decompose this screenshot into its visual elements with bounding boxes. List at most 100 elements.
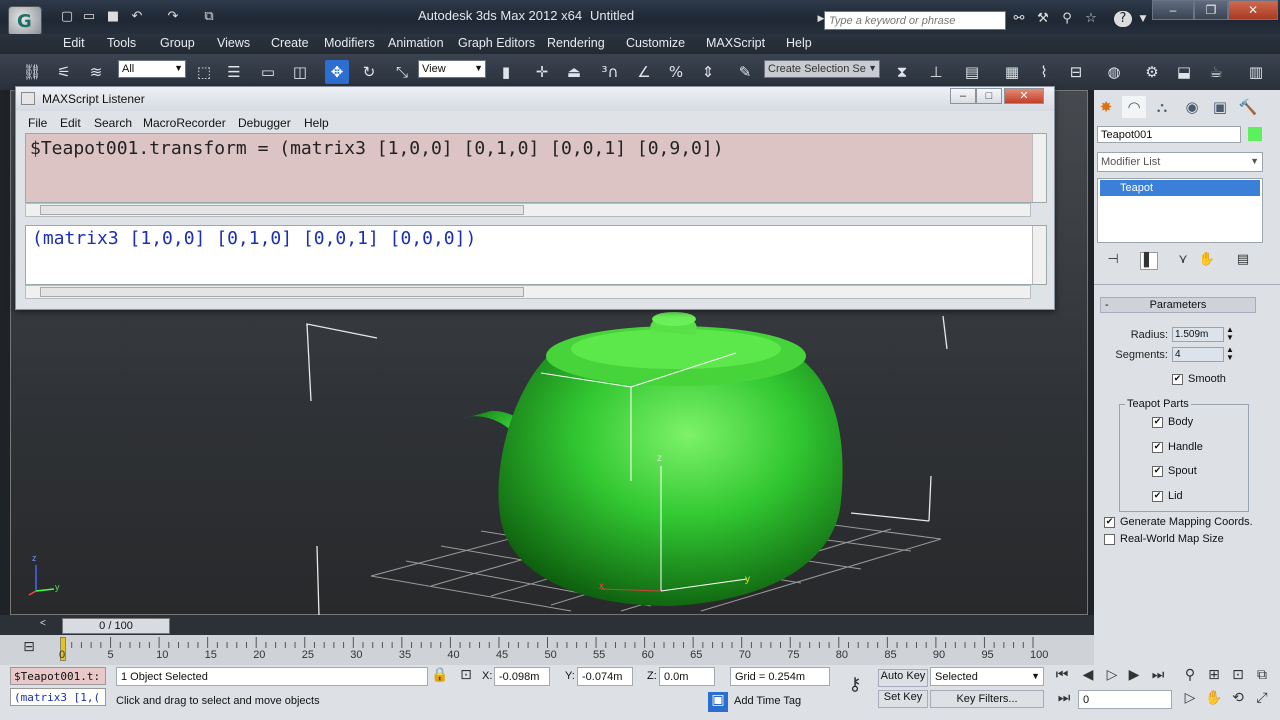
spout-checkbox[interactable]: ✔ — [1152, 466, 1163, 477]
menu-views[interactable]: Views — [217, 36, 250, 50]
display-tab-icon[interactable]: ▣ — [1208, 96, 1232, 118]
menu-graph-editors[interactable]: Graph Editors — [458, 36, 535, 50]
toolbar-overflow-icon[interactable]: ▥ — [1244, 60, 1268, 84]
favorites-icon[interactable]: ☆ — [1082, 11, 1100, 27]
listener-minimize-button[interactable]: – — [950, 88, 976, 104]
time-slider-prev-icon[interactable]: < — [40, 618, 46, 629]
search-input[interactable]: Type a keyword or phrase — [824, 11, 1006, 30]
rectangular-selection-icon[interactable]: ▭ — [256, 60, 280, 84]
help-icon[interactable]: ? — [1114, 11, 1132, 27]
angle-snap-icon[interactable]: ∠ — [632, 60, 656, 84]
zoom-extents-icon[interactable]: ⊡ — [1228, 667, 1248, 687]
redo-icon[interactable]: ↷ — [164, 9, 182, 25]
key-mode-dropdown[interactable]: Selected ▼ — [930, 667, 1044, 686]
select-object-icon[interactable]: ⬚ — [192, 60, 216, 84]
modify-tab-icon[interactable]: ◠ — [1122, 96, 1146, 118]
set-key-button[interactable]: Set Key — [878, 690, 928, 708]
listener-output-pane[interactable]: (matrix3 [1,0,0] [0,1,0] [0,0,1] [0,0,0]… — [25, 225, 1047, 285]
x-coordinate-input[interactable]: -0.098m — [494, 667, 550, 686]
listener-input-text[interactable]: $Teapot001.transform = (matrix3 [1,0,0] … — [30, 138, 724, 159]
hierarchy-tab-icon[interactable]: ⛬ — [1150, 96, 1174, 118]
zoom-extents-all-icon[interactable]: ⧉ — [1252, 667, 1272, 687]
mini-listener-input[interactable]: $Teapot001.t: — [10, 667, 106, 685]
pan-view-icon[interactable]: ✋ — [1204, 690, 1224, 710]
scroll-thumb[interactable] — [40, 287, 524, 297]
listener-maximize-button[interactable]: □ — [976, 88, 1002, 104]
listener-menu-search[interactable]: Search — [94, 116, 132, 130]
menu-edit[interactable]: Edit — [63, 36, 85, 50]
z-coordinate-input[interactable]: 0.0m — [659, 667, 715, 686]
maximize-viewport-icon[interactable]: ⤢ — [1252, 690, 1272, 710]
menu-tools[interactable]: Tools — [107, 36, 136, 50]
y-coordinate-input[interactable]: -0.074m — [577, 667, 633, 686]
new-file-icon[interactable]: ▢ — [58, 9, 76, 25]
app-logo-button[interactable]: G — [8, 6, 42, 36]
select-and-move-icon[interactable]: ✥ — [325, 60, 349, 84]
object-color-swatch[interactable] — [1248, 127, 1262, 141]
listener-menu-help[interactable]: Help — [304, 116, 329, 130]
mini-listener-output[interactable]: (matrix3 [1,( — [10, 688, 106, 706]
edit-named-selection-icon[interactable]: ✎ — [733, 60, 757, 84]
listener-menu-macrorecorder[interactable]: MacroRecorder — [143, 116, 226, 130]
go-to-end-icon[interactable]: ⏭ — [1148, 667, 1168, 687]
radius-spinner[interactable]: ▲ ▼ — [1226, 326, 1234, 342]
add-time-tag-button[interactable]: Add Time Tag — [734, 695, 801, 707]
menu-modifiers[interactable]: Modifiers — [324, 36, 375, 50]
menu-maxscript[interactable]: MAXScript — [706, 36, 765, 50]
align-icon[interactable]: ⊥ — [924, 60, 948, 84]
selection-filter-dropdown[interactable]: All ▼ — [118, 60, 186, 78]
radius-input[interactable]: 1.509m — [1172, 327, 1224, 342]
minimize-window-button[interactable]: – — [1152, 0, 1194, 20]
spinner-snap-icon[interactable]: ⇕ — [696, 60, 720, 84]
menu-help[interactable]: Help — [786, 36, 812, 50]
listener-input-vscroll[interactable] — [1032, 134, 1046, 202]
menu-customize[interactable]: Customize — [626, 36, 685, 50]
listener-output-vscroll[interactable] — [1032, 226, 1046, 284]
generate-mapping-checkbox[interactable]: ✔ — [1104, 517, 1115, 528]
smooth-checkbox[interactable]: ✔ — [1172, 374, 1183, 385]
graphite-toolset-icon[interactable]: ▦ — [1000, 60, 1024, 84]
body-checkbox[interactable]: ✔ — [1152, 417, 1163, 428]
pin-stack-icon[interactable]: ⊣ — [1104, 252, 1122, 270]
selection-lock-icon[interactable]: 🔒 — [430, 667, 450, 687]
rendered-frame-window-icon[interactable]: ⬓ — [1172, 60, 1196, 84]
segments-input[interactable]: 4 — [1172, 347, 1224, 362]
zoom-icon[interactable]: ⚲ — [1180, 667, 1200, 687]
modifier-stack-item[interactable]: Teapot — [1100, 180, 1260, 196]
set-key-mode-icon[interactable]: ⚷ — [840, 674, 870, 695]
key-mode-toggle-icon[interactable]: ⏭ — [1054, 690, 1074, 710]
lid-checkbox[interactable]: ✔ — [1152, 491, 1163, 502]
render-setup-icon[interactable]: ⚙ — [1140, 60, 1164, 84]
listener-menu-edit[interactable]: Edit — [60, 116, 81, 130]
orbit-icon[interactable]: ⟲ — [1228, 690, 1248, 710]
object-name-field[interactable]: Teapot001 — [1097, 126, 1241, 143]
auto-key-button[interactable]: Auto Key — [878, 669, 928, 687]
reference-coordinate-dropdown[interactable]: View ▼ — [418, 60, 486, 78]
create-tab-icon[interactable]: ✸ — [1094, 96, 1118, 118]
menu-rendering[interactable]: Rendering — [547, 36, 605, 50]
pivot-center-icon[interactable]: ▮ — [494, 60, 518, 84]
undo-icon[interactable]: ↶ — [128, 9, 146, 25]
listener-input-pane[interactable]: $Teapot001.transform = (matrix3 [1,0,0] … — [25, 133, 1047, 203]
menu-create[interactable]: Create — [271, 36, 309, 50]
play-icon[interactable]: ▷ — [1102, 667, 1122, 687]
unlink-icon[interactable]: ⚟ — [52, 60, 76, 84]
restore-window-button[interactable]: ❐ — [1194, 0, 1228, 20]
zoom-all-icon[interactable]: ⊞ — [1204, 667, 1224, 687]
next-frame-icon[interactable]: ▶ — [1124, 667, 1144, 687]
menu-group[interactable]: Group — [160, 36, 195, 50]
save-icon[interactable]: ■ — [104, 9, 122, 25]
schematic-view-icon[interactable]: ⊟ — [1064, 60, 1088, 84]
binoculars-icon[interactable]: ⚯ — [1010, 11, 1028, 27]
show-end-result-icon[interactable]: ▌ — [1140, 252, 1158, 270]
handle-checkbox[interactable]: ✔ — [1152, 442, 1163, 453]
listener-menu-debugger[interactable]: Debugger — [238, 116, 291, 130]
percent-snap-icon[interactable]: % — [664, 60, 688, 84]
keyboard-shortcut-override-icon[interactable]: ⏏ — [562, 60, 586, 84]
mirror-icon[interactable]: ⧗ — [890, 60, 914, 84]
previous-frame-icon[interactable]: ◀ — [1078, 667, 1098, 687]
curve-editor-icon[interactable]: ⌇ — [1032, 60, 1056, 84]
configure-modifier-sets-icon[interactable]: ▤ — [1234, 252, 1252, 270]
parameters-rollout-header[interactable]: - Parameters — [1100, 297, 1256, 313]
field-of-view-icon[interactable]: ▷ — [1180, 690, 1200, 710]
